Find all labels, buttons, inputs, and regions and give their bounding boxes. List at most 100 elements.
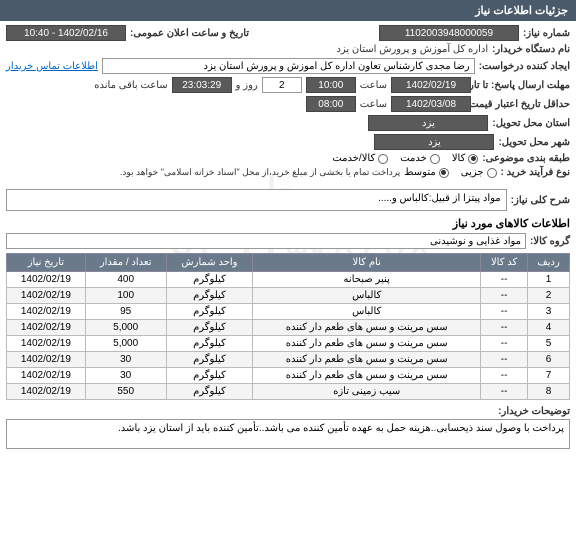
cell-unit: کیلوگرم [166, 336, 253, 352]
class-label: طبقه بندی موضوعی: [482, 153, 570, 164]
cell-unit: کیلوگرم [166, 368, 253, 384]
cell-code: -- [481, 352, 528, 368]
deadline-date: 1402/02/19 [391, 77, 471, 93]
cell-name: سس مرینت و سس های طعم دار کننده [253, 352, 481, 368]
cell-code: -- [481, 384, 528, 400]
cell-code: -- [481, 288, 528, 304]
group-label: گروه کالا: [530, 236, 570, 247]
cell-date: 1402/02/19 [7, 384, 86, 400]
buy-type-group: جزیی متوسط [404, 167, 496, 178]
city-value: یزد [374, 134, 494, 150]
form-area: شماره نیاز: 1102003948000059 تاریخ و ساع… [0, 21, 576, 453]
cell-name: سیب زمینی تازه [253, 384, 481, 400]
table-row: 2--کالباسکیلوگرم1001402/02/19 [7, 288, 570, 304]
valid-date: 1402/03/08 [391, 96, 471, 112]
class-opt-khedmat[interactable]: خدمت [400, 153, 440, 164]
cell-date: 1402/02/19 [7, 320, 86, 336]
buy-opt-small[interactable]: جزیی [461, 167, 497, 178]
days-label: روز و [236, 80, 258, 91]
cell-idx: 4 [528, 320, 570, 336]
radio-icon [430, 154, 440, 164]
table-row: 6--سس مرینت و سس های طعم دار کنندهکیلوگر… [7, 352, 570, 368]
cell-unit: کیلوگرم [166, 272, 253, 288]
notes-label: توضیحات خریدار: [498, 406, 570, 417]
table-row: 4--سس مرینت و سس های طعم دار کنندهکیلوگر… [7, 320, 570, 336]
cell-idx: 5 [528, 336, 570, 352]
header-bar: جزئیات اطلاعات نیاز [0, 0, 576, 21]
cell-unit: کیلوگرم [166, 384, 253, 400]
creator-value: رضا مجدی کارشناس تعاون اداره کل اموزش و … [102, 58, 475, 74]
cell-qty: 5,000 [85, 336, 166, 352]
announce-label: تاریخ و ساعت اعلان عمومی: [130, 28, 249, 39]
radio-icon [487, 168, 497, 178]
th-date: تاریخ نیاز [7, 254, 86, 272]
summary-label: شرح کلی نیاز: [511, 195, 570, 206]
province-label: استان محل تحویل: [492, 118, 570, 129]
valid-time: 08:00 [306, 96, 356, 112]
cell-name: سس مرینت و سس های طعم دار کننده [253, 320, 481, 336]
class-radio-group: کالا خدمت کالا/خدمت [332, 153, 478, 164]
cell-code: -- [481, 368, 528, 384]
buyer-dev-value: اداره کل آموزش و پرورش استان یزد [336, 44, 488, 55]
th-idx: ردیف [528, 254, 570, 272]
radio-icon [378, 154, 388, 164]
class-opt-kala[interactable]: کالا [452, 153, 479, 164]
cell-date: 1402/02/19 [7, 304, 86, 320]
cell-qty: 30 [85, 352, 166, 368]
time-label-1: ساعت [360, 80, 387, 91]
cell-qty: 100 [85, 288, 166, 304]
province-value: یزد [368, 115, 488, 131]
buyer-dev-label: نام دستگاه خریدار: [492, 44, 570, 55]
days-value: 2 [262, 77, 302, 93]
announce-value: 1402/02/16 - 10:40 [6, 25, 126, 41]
th-name: نام کالا [253, 254, 481, 272]
cell-date: 1402/02/19 [7, 352, 86, 368]
cell-idx: 6 [528, 352, 570, 368]
creator-label: ایجاد کننده درخواست: [479, 61, 570, 72]
cell-date: 1402/02/19 [7, 336, 86, 352]
cell-date: 1402/02/19 [7, 272, 86, 288]
cell-unit: کیلوگرم [166, 320, 253, 336]
cell-code: -- [481, 304, 528, 320]
cell-code: -- [481, 272, 528, 288]
cell-code: -- [481, 320, 528, 336]
th-code: کد کالا [481, 254, 528, 272]
buy-note: پرداخت تمام یا بخشی از مبلغ خرید،از محل … [120, 167, 400, 178]
notes-box: پرداخت با وصول سند ذیحسابی..هزینه حمل به… [6, 419, 570, 449]
table-row: 8--سیب زمینی تازهکیلوگرم5501402/02/19 [7, 384, 570, 400]
cell-name: سس مرینت و سس های طعم دار کننده [253, 368, 481, 384]
table-header-row: ردیف کد کالا نام کالا واحد شمارش تعداد /… [7, 254, 570, 272]
cell-date: 1402/02/19 [7, 288, 86, 304]
buy-type-label: نوع فرآیند خرید : [501, 167, 570, 178]
cell-unit: کیلوگرم [166, 352, 253, 368]
deadline-label: مهلت ارسال پاسخ: تا تاریخ: [475, 80, 570, 91]
cell-name: پنیر صبحانه [253, 272, 481, 288]
cell-idx: 7 [528, 368, 570, 384]
cell-qty: 95 [85, 304, 166, 320]
time-label-2: ساعت [360, 99, 387, 110]
cell-idx: 1 [528, 272, 570, 288]
summary-box: مواد پیتزا از قبیل:کالباس و..... [6, 189, 507, 211]
cell-name: کالباس [253, 288, 481, 304]
cell-qty: 30 [85, 368, 166, 384]
cell-unit: کیلوگرم [166, 288, 253, 304]
table-row: 3--کالباسکیلوگرم951402/02/19 [7, 304, 570, 320]
buyer-info-link[interactable]: اطلاعات تماس خریدار [6, 61, 98, 72]
city-label: شهر محل تحویل: [498, 137, 570, 148]
cell-date: 1402/02/19 [7, 368, 86, 384]
valid-label: حداقل تاریخ اعتبار قیمت: تا تاریخ: [475, 99, 570, 110]
cell-idx: 2 [528, 288, 570, 304]
items-section-title: اطلاعات کالاهای مورد نیاز [6, 217, 570, 230]
th-unit: واحد شمارش [166, 254, 253, 272]
cell-idx: 8 [528, 384, 570, 400]
header-title: جزئیات اطلاعات نیاز [475, 5, 568, 17]
table-row: 7--سس مرینت و سس های طعم دار کنندهکیلوگر… [7, 368, 570, 384]
need-no-label: شماره نیاز: [523, 28, 570, 39]
class-opt-mix[interactable]: کالا/خدمت [332, 153, 388, 164]
items-table: ردیف کد کالا نام کالا واحد شمارش تعداد /… [6, 253, 570, 400]
cell-idx: 3 [528, 304, 570, 320]
remain-value: 23:03:29 [172, 77, 232, 93]
table-row: 1--پنیر صبحانهکیلوگرم4001402/02/19 [7, 272, 570, 288]
buy-opt-medium[interactable]: متوسط [404, 167, 448, 178]
deadline-time: 10:00 [306, 77, 356, 93]
